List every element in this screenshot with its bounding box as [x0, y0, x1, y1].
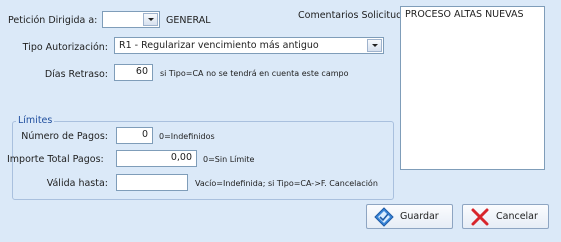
total-amount-label: Importe Total Pagos: — [7, 154, 104, 165]
total-amount-hint: 0=Sin Límite — [203, 155, 255, 164]
directed-to-label: Petición Dirigida a: — [8, 15, 98, 26]
authorization-type-select[interactable]: R1 - Regularizar vencimiento más antiguo — [114, 37, 384, 54]
save-button[interactable]: Guardar — [366, 204, 453, 229]
delay-days-label: Días Retraso: — [44, 69, 108, 80]
payments-count-label: Número de Pagos: — [21, 131, 108, 142]
authorization-type-label: Tipo Autorización: — [22, 42, 108, 53]
request-panel: Petición Dirigida a: GENERAL Comentarios… — [0, 0, 561, 242]
save-diamond-icon — [374, 206, 394, 227]
cancel-button-label: Cancelar — [496, 211, 538, 222]
total-amount-input[interactable]: 0,00 — [116, 150, 197, 167]
limits-legend: Límites — [16, 115, 55, 127]
delay-days-hint: si Tipo=CA no se tendrá en cuenta este c… — [160, 69, 349, 78]
comments-textarea[interactable]: PROCESO ALTAS NUEVAS — [400, 6, 545, 170]
authorization-type-value: R1 - Regularizar vencimiento más antiguo — [119, 40, 319, 51]
close-icon — [470, 207, 490, 227]
valid-until-input[interactable] — [116, 174, 188, 191]
payments-count-hint: 0=Indefinidos — [159, 132, 215, 141]
chevron-down-icon[interactable] — [143, 13, 158, 26]
payments-count-input[interactable]: 0 — [116, 127, 153, 144]
save-button-label: Guardar — [400, 211, 439, 222]
valid-until-hint: Vacío=Indefinida; si Tipo=CA->F. Cancela… — [195, 179, 378, 188]
chevron-down-icon[interactable] — [367, 39, 382, 52]
directed-to-text: GENERAL — [166, 15, 211, 26]
cancel-button[interactable]: Cancelar — [462, 204, 549, 229]
comments-label: Comentarios Solicitud: — [298, 10, 406, 21]
delay-days-input[interactable]: 60 — [114, 64, 153, 81]
directed-to-select[interactable] — [102, 11, 160, 28]
valid-until-label: Válida hasta: — [46, 178, 108, 189]
